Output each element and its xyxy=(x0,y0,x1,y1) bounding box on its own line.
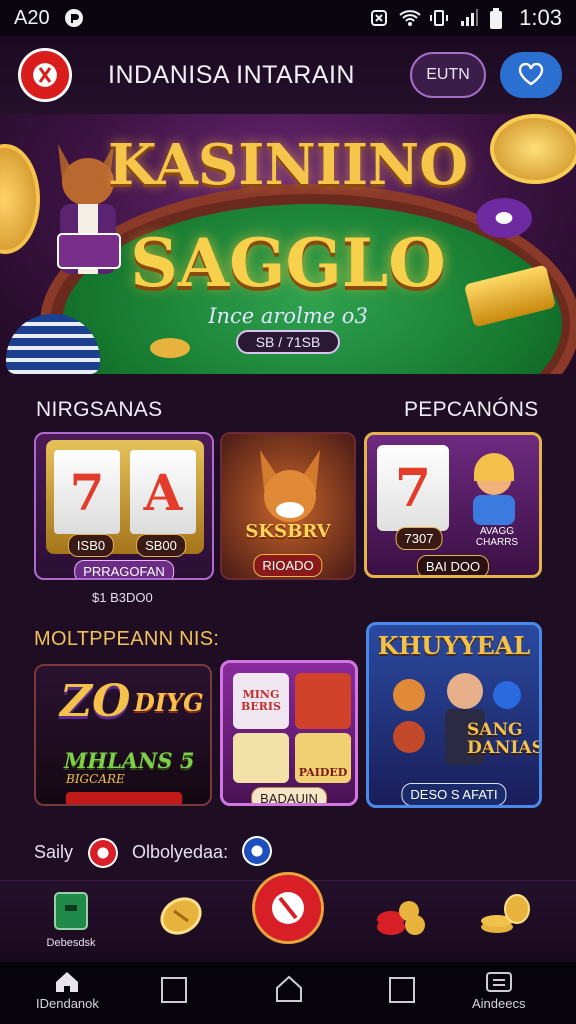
sys-nav-label: Aindeecs xyxy=(472,996,526,1011)
nav-item-coin[interactable] xyxy=(146,889,216,955)
heart-icon xyxy=(518,63,544,86)
game-card-7307[interactable]: 7 7307 AVAGG CHARRS BAI DOO xyxy=(364,432,542,578)
hero-promo-pill[interactable]: SB / 71SB xyxy=(236,330,340,354)
sys-nav-apps[interactable]: Aindeecs xyxy=(472,970,525,1011)
game-card-zo[interactable]: ZO DIYG MHLANS 5 BIGCARE xyxy=(34,664,212,806)
reel-right: A xyxy=(130,450,196,534)
card-caption: BAI DOO xyxy=(416,555,490,575)
card-subvalue: $1 B3DO0 xyxy=(92,590,153,605)
app-header: INDANISA INTARAIN EUTN xyxy=(0,36,576,114)
card-sub-caption: BIGCARE xyxy=(66,772,125,786)
app-logo[interactable] xyxy=(18,48,72,102)
game-card-khuyyeal[interactable]: KHUYYEAL SANG DANIAS DESO S AFATI xyxy=(366,622,542,808)
game-card-slots-7a[interactable]: 7 A ISB0 SB00 PRRAGOFAN xyxy=(34,432,214,580)
center-play-button[interactable] xyxy=(252,872,324,944)
gold-coin-icon xyxy=(160,897,202,935)
square-icon xyxy=(389,977,415,1003)
deposit-box-icon xyxy=(54,892,88,930)
nav-item-deposit[interactable]: Debesdsk xyxy=(36,889,106,955)
nfc-icon xyxy=(369,8,389,28)
footer-left-label: Saily xyxy=(34,842,74,862)
red-chip-icon xyxy=(88,838,118,868)
card-header: KHUYYEAL xyxy=(377,631,531,660)
card-title: SKSBRV xyxy=(245,521,331,542)
sys-nav-home[interactable]: IDendanok xyxy=(36,970,99,1011)
reel-left-value: ISB0 xyxy=(67,534,115,557)
favorites-button[interactable] xyxy=(500,52,562,98)
chip-logo-icon xyxy=(34,64,56,86)
card-bottom-right: PAIDED xyxy=(295,733,351,783)
sys-nav-back[interactable] xyxy=(388,976,416,1004)
game-card-characters[interactable]: MING BERIS PAIDED BADAUIN xyxy=(220,660,358,806)
gold-coin-small xyxy=(150,338,190,358)
coin-stack-icon xyxy=(481,894,530,933)
blue-chip-icon xyxy=(242,836,272,866)
lady-character-icon xyxy=(473,453,515,525)
vibrate-icon xyxy=(429,8,449,28)
card-side-text: AVAGG CHARRS xyxy=(475,526,519,548)
card-bar xyxy=(66,792,182,804)
status-bar: A20 1:03 xyxy=(0,0,576,36)
card-caption: RIOADO xyxy=(253,554,323,577)
signal-icon xyxy=(459,8,479,28)
carrier-label: A20 xyxy=(14,6,50,29)
footer-right-label: Olbolyedaa: xyxy=(132,842,229,862)
chips-stack-icon xyxy=(377,901,425,935)
card-text: SANG DANIAS xyxy=(467,720,542,758)
card-top-left: MING BERIS xyxy=(233,673,289,729)
card-tag: DIYG xyxy=(134,688,204,717)
hero-title-line1: KASINIINO xyxy=(107,132,469,198)
section-label-right: PEPCANÓNS xyxy=(404,398,539,421)
hero-title-line2: SAGGLO xyxy=(130,224,446,302)
hero-banner[interactable]: KASINIINO SAGGLO Ince arolme o3 SB / 71S… xyxy=(0,114,576,374)
section-label-multiplayer: MOLTPPEANN NIS: xyxy=(34,628,220,650)
reel-left: 7 xyxy=(54,450,120,534)
nav-label: Debesdsk xyxy=(46,937,96,949)
app-title: INDANISA INTARAIN xyxy=(108,60,355,89)
battery-icon xyxy=(489,8,509,29)
section-label-left: NIRGSANAS xyxy=(36,398,163,421)
chip-action-icon xyxy=(272,892,304,924)
house-outline-icon xyxy=(276,975,302,1002)
sys-nav-recents[interactable] xyxy=(160,976,188,1004)
reel-right-value: SB00 xyxy=(136,534,186,557)
clock: 1:03 xyxy=(519,5,562,30)
sys-nav-home-button[interactable] xyxy=(274,974,304,1004)
system-nav-bar: IDendanok Aindeecs xyxy=(0,962,576,1024)
card-value: 7307 xyxy=(395,527,443,550)
reel-seven: 7 xyxy=(377,445,449,531)
sys-nav-label: IDendanok xyxy=(36,996,99,1011)
card-caption: DESO S AFATI xyxy=(401,783,507,805)
nav-item-chips[interactable] xyxy=(364,889,434,955)
nav-item-coins[interactable] xyxy=(472,889,542,955)
hero-subtitle: Ince arolme o3 xyxy=(208,304,368,328)
card-caption: BADAUIN xyxy=(251,787,327,803)
wifi-icon xyxy=(399,8,421,28)
character-tile xyxy=(295,673,351,729)
card-caption: PRRAGOFAN xyxy=(74,560,174,578)
game-card-wolf[interactable]: SKSBRV RIOADO xyxy=(220,432,356,580)
notification-icon xyxy=(64,8,84,28)
home-icon xyxy=(56,972,79,992)
square-icon xyxy=(161,977,187,1003)
character-tile xyxy=(233,733,289,783)
card-big-number: ZO xyxy=(60,676,131,727)
login-button[interactable]: EUTN xyxy=(410,52,486,98)
apps-icon xyxy=(485,972,512,992)
card-sub-title: MHLANS 5 xyxy=(64,748,195,773)
